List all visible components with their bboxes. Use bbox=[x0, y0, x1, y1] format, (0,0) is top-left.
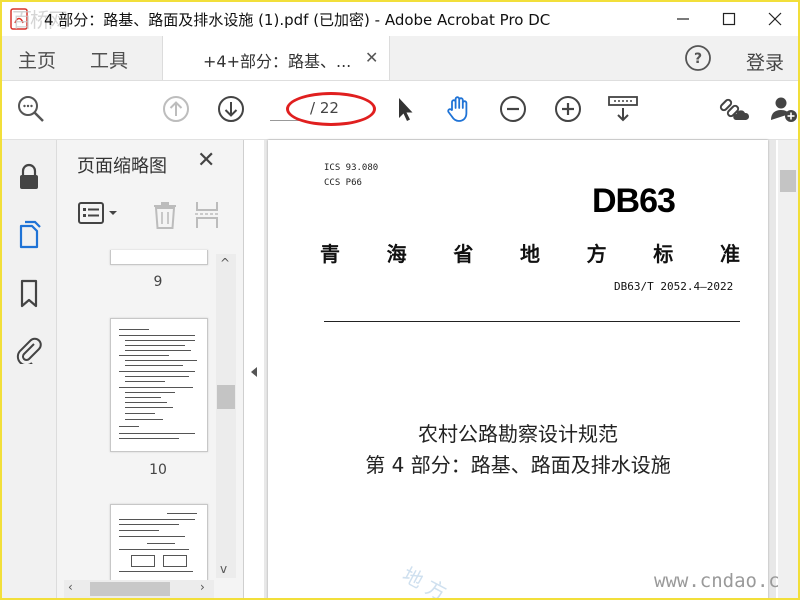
document-title: 农村公路勘察设计规范 bbox=[418, 422, 618, 446]
heading-char: 方 bbox=[586, 242, 607, 266]
document-tab[interactable]: +4+部分：路基、... ✕ bbox=[162, 36, 390, 80]
left-navigation-rail bbox=[2, 140, 57, 598]
maximize-button[interactable] bbox=[706, 2, 752, 36]
document-tab-label: +4+部分：路基、... bbox=[203, 52, 352, 71]
page-thumbnails-icon[interactable] bbox=[14, 220, 44, 250]
tab-close-icon[interactable]: ✕ bbox=[365, 48, 378, 67]
minimize-button[interactable] bbox=[660, 2, 706, 36]
close-icon bbox=[768, 12, 782, 26]
next-page-icon[interactable] bbox=[216, 94, 246, 124]
tab-bar: 主页 工具 +4+部分：路基、... ✕ ? 登录 bbox=[2, 36, 798, 81]
scroll-right-arrow-icon[interactable]: › bbox=[200, 580, 205, 594]
standard-number: DB63/T 2052.4—2022 bbox=[614, 280, 734, 293]
scroll-up-arrow-icon[interactable]: ^ bbox=[220, 256, 230, 270]
maximize-icon bbox=[722, 12, 736, 26]
ccs-code: CCS P66 bbox=[324, 178, 362, 188]
attachment-icon[interactable] bbox=[14, 334, 44, 364]
zoom-search-icon[interactable] bbox=[16, 94, 46, 124]
thumbnail-number-9: 9 bbox=[153, 274, 163, 290]
share-link-icon[interactable] bbox=[716, 94, 750, 124]
bookmark-icon[interactable] bbox=[14, 278, 44, 308]
svg-text:?: ? bbox=[694, 51, 702, 67]
document-scroll-thumb[interactable] bbox=[780, 170, 796, 192]
toolbar: / 22 bbox=[2, 81, 798, 140]
zoom-out-icon[interactable] bbox=[498, 94, 528, 124]
heading-char: 海 bbox=[386, 242, 407, 266]
heading-char: 青 bbox=[320, 242, 340, 266]
page-thumbnail-9[interactable] bbox=[110, 250, 208, 265]
thumbnail-scroll-thumb[interactable] bbox=[217, 385, 235, 409]
scroll-left-arrow-icon[interactable]: ‹ bbox=[68, 580, 73, 594]
nav-home[interactable]: 主页 bbox=[18, 46, 56, 73]
acrobat-window: 百桥网 4 部分：路基、路面及排水设施 (1).pdf (已加密) - Adob… bbox=[0, 0, 800, 600]
thumbnail-number-10: 10 bbox=[149, 462, 167, 478]
thumbnail-horizontal-scroll-thumb[interactable] bbox=[90, 582, 170, 596]
scroll-down-arrow-icon[interactable]: v bbox=[220, 562, 227, 576]
ics-code: ICS 93.080 bbox=[324, 163, 379, 173]
document-scrollbar[interactable] bbox=[778, 140, 798, 598]
pane-close-icon[interactable]: ✕ bbox=[197, 148, 215, 173]
heading-char: 省 bbox=[453, 242, 474, 266]
heading-char: 标 bbox=[653, 242, 674, 266]
extract-page-icon[interactable] bbox=[193, 200, 221, 230]
thumbnail-scrollbar[interactable] bbox=[216, 254, 236, 578]
db63-logo: DB63 bbox=[592, 182, 676, 220]
lock-icon[interactable] bbox=[14, 162, 44, 192]
delete-page-icon[interactable] bbox=[151, 200, 179, 230]
annotation-red-oval bbox=[286, 92, 376, 126]
close-window-button[interactable] bbox=[752, 2, 798, 36]
heading-char: 准 bbox=[719, 242, 740, 266]
minimize-icon bbox=[677, 18, 689, 20]
heading-char: 地 bbox=[519, 242, 540, 266]
zoom-in-icon[interactable] bbox=[553, 94, 583, 124]
divider-rule bbox=[324, 321, 740, 322]
province-standard-heading: 青 海 省 地 方 标 准 bbox=[320, 238, 740, 267]
thumbnail-options-icon[interactable] bbox=[77, 200, 121, 228]
document-subtitle: 第 4 部分：路基、路面及排水设施 bbox=[365, 453, 671, 477]
pane-title: 页面缩略图 bbox=[77, 156, 167, 177]
select-cursor-icon[interactable] bbox=[390, 94, 420, 124]
hand-tool-icon[interactable] bbox=[443, 94, 473, 124]
page-display-icon[interactable] bbox=[607, 94, 639, 124]
page-thumbnail-10[interactable] bbox=[110, 318, 208, 452]
page-thumbnail-11[interactable] bbox=[110, 504, 208, 581]
previous-page-icon[interactable] bbox=[161, 94, 191, 124]
title-bar: 百桥网 4 部分：路基、路面及排水设施 (1).pdf (已加密) - Adob… bbox=[2, 2, 798, 36]
nav-tools[interactable]: 工具 bbox=[90, 46, 128, 73]
collapse-pane-icon[interactable] bbox=[246, 364, 262, 380]
login-button[interactable]: 登录 bbox=[746, 48, 784, 75]
document-page bbox=[268, 140, 768, 598]
help-icon[interactable]: ? bbox=[684, 44, 712, 72]
add-user-icon[interactable] bbox=[768, 94, 798, 124]
window-title: 4 部分：路基、路面及排水设施 (1).pdf (已加密) - Adobe Ac… bbox=[44, 11, 551, 29]
